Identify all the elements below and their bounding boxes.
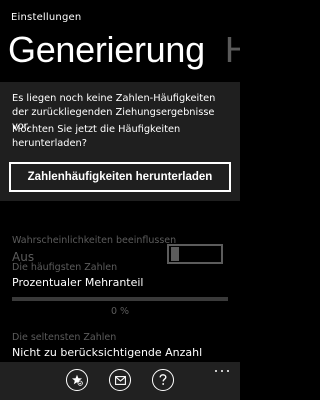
frequent-numbers-value[interactable]: Prozentualer Mehranteil [12,276,144,289]
app-bar [0,362,240,400]
frequent-numbers-label: Die häufigsten Zahlen [12,262,118,273]
rate-button[interactable] [66,369,88,391]
toggle-knob [171,247,179,261]
probability-toggle[interactable] [167,244,223,264]
pivot-header: Generierung H [8,28,240,72]
star-badge-icon [72,374,83,386]
dialog-question: Möchten Sie jetzt die Häufigkeiten herun… [12,124,181,149]
rare-numbers-value[interactable]: Nicht zu berücksichtigende Anzahl [12,346,202,359]
download-frequencies-button[interactable]: Zahlenhäufigkeiten herunterladen [9,162,231,192]
probability-label: Wahrscheinlichkeiten beeinflussen [12,235,177,246]
rare-numbers-label: Die seltensten Zahlen [12,332,117,343]
pivot-item-current[interactable]: Generierung [8,28,205,72]
mail-icon [114,375,126,385]
frequent-percentage-value: 0 % [110,306,130,317]
mail-button[interactable] [109,369,131,391]
help-button[interactable] [152,369,174,391]
frequent-percentage-slider[interactable] [12,297,228,301]
ellipsis-icon[interactable] [214,368,230,374]
pivot-item-next[interactable]: H [225,28,240,72]
app-title: Einstellungen [11,12,82,23]
help-icon [159,374,167,385]
